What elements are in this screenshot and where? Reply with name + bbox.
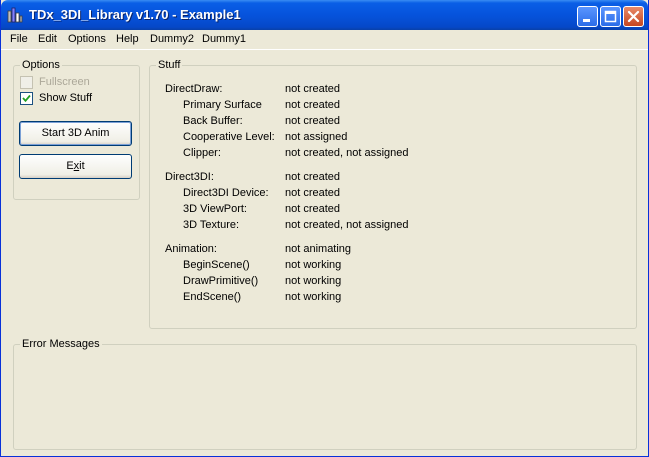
maximize-icon [604, 10, 617, 23]
menu-dummy2[interactable]: Dummy2 [150, 33, 194, 45]
fullscreen-checkbox[interactable] [20, 76, 33, 89]
directdraw-value: not created [285, 83, 341, 95]
close-icon [627, 10, 640, 23]
exit-button[interactable]: Exit [19, 154, 132, 179]
menu-file[interactable]: File [10, 33, 28, 45]
close-button[interactable] [623, 6, 644, 27]
draw-primitive-value: not working [285, 275, 342, 287]
texture-label: 3D Texture: [183, 219, 240, 231]
directdraw-label: DirectDraw: [165, 83, 223, 95]
stuff-group-title: Stuff [156, 59, 183, 71]
direct3di-device-value: not created [285, 187, 341, 199]
begin-scene-value: not working [285, 259, 342, 271]
back-buffer-value: not created [285, 115, 341, 127]
clipper-value: not created, not assigned [285, 147, 409, 159]
direct3di-label: Direct3DI: [165, 171, 214, 183]
minimize-icon [583, 19, 590, 22]
window-title: TDx_3DI_Library v1.70 - Example1 [29, 7, 241, 22]
begin-scene-label: BeginScene() [183, 259, 250, 271]
end-scene-value: not working [285, 291, 342, 303]
maximize-button[interactable] [600, 6, 621, 27]
show-stuff-checkbox[interactable] [20, 92, 33, 105]
direct3di-device-label: Direct3DI Device: [183, 187, 269, 199]
title-bar[interactable]: TDx_3DI_Library v1.70 - Example1 [1, 0, 648, 30]
primary-surface-label: Primary Surface [183, 99, 262, 111]
error-messages-group: Error Messages [13, 338, 637, 450]
main-window: TDx_3DI_Library v1.70 - Example1 File Ed… [0, 0, 649, 457]
back-buffer-label: Back Buffer: [183, 115, 243, 127]
menu-help[interactable]: Help [116, 33, 139, 45]
menu-bar: File Edit Options Help Dummy2 Dummy1 [1, 30, 648, 50]
show-stuff-label: Show Stuff [39, 92, 92, 104]
options-group-title: Options [20, 59, 62, 71]
end-scene-label: EndScene() [183, 291, 242, 303]
animation-value: not animating [285, 243, 352, 255]
texture-value: not created, not assigned [285, 219, 409, 231]
minimize-button[interactable] [577, 6, 598, 27]
error-messages-title: Error Messages [20, 338, 102, 350]
menu-dummy1[interactable]: Dummy1 [202, 33, 246, 45]
menu-options[interactable]: Options [68, 33, 106, 45]
clipper-label: Clipper: [183, 147, 221, 159]
cooperative-level-value: not assigned [285, 131, 348, 143]
app-icon [7, 7, 23, 23]
options-group: Options Fullscreen Show Stuff Start 3D A… [13, 59, 140, 200]
start-3d-anim-button[interactable]: Start 3D Anim [19, 121, 132, 146]
fullscreen-label: Fullscreen [39, 76, 90, 88]
menu-edit[interactable]: Edit [38, 33, 57, 45]
cooperative-level-label: Cooperative Level: [183, 131, 275, 143]
animation-label: Animation: [165, 243, 217, 255]
direct3di-value: not created [285, 171, 341, 183]
viewport-value: not created [285, 203, 341, 215]
viewport-label: 3D ViewPort: [183, 203, 247, 215]
draw-primitive-label: DrawPrimitive() [183, 275, 259, 287]
checkmark-icon [22, 94, 31, 103]
primary-surface-value: not created [285, 99, 341, 111]
stuff-group: Stuff DirectDraw: not created Primary Su… [149, 59, 637, 329]
